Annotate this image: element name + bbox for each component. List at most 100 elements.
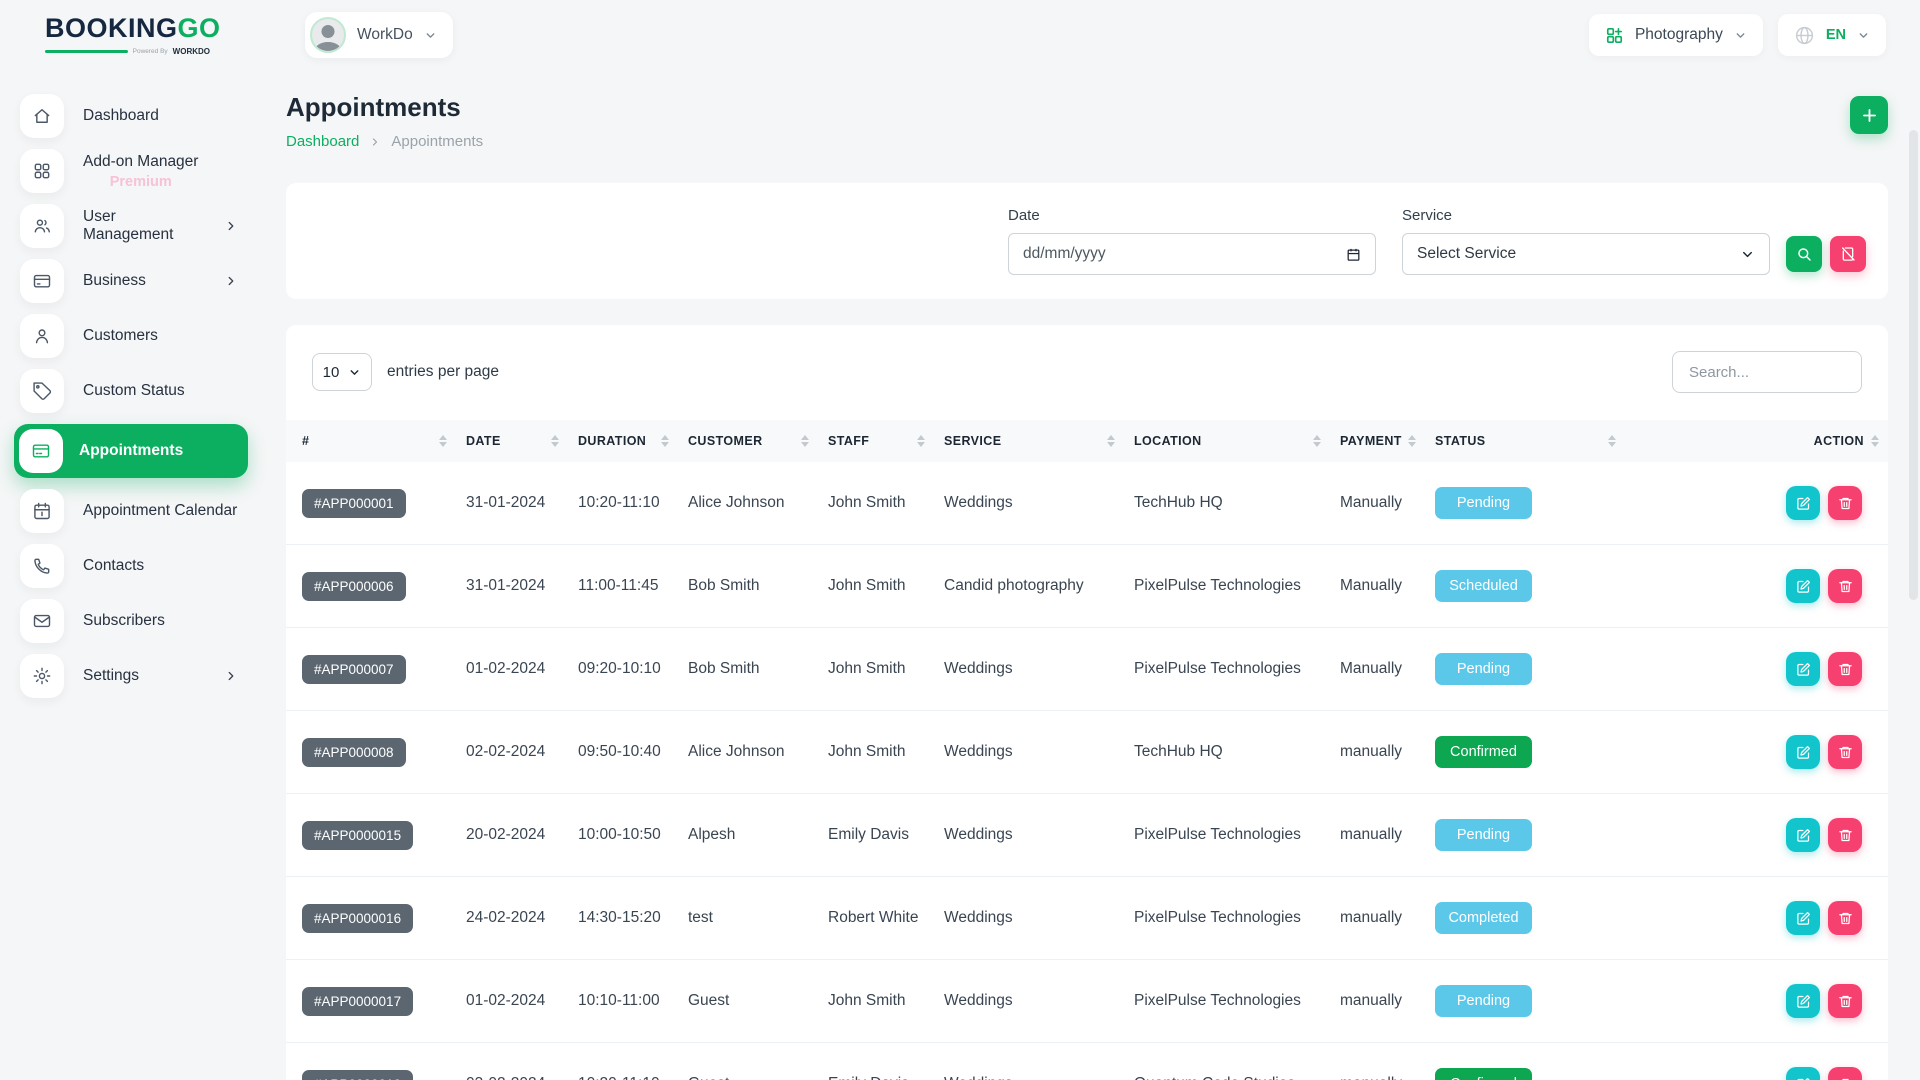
sort-icon[interactable] <box>1608 435 1616 447</box>
appointment-id-badge: #APP000006 <box>302 572 406 601</box>
table-controls: 10 entries per page <box>286 351 1888 393</box>
sidebar-item-dashboard[interactable]: Dashboard <box>20 94 256 138</box>
delete-appointment-button[interactable] <box>1828 818 1862 852</box>
cell-action <box>1625 628 1888 711</box>
sidebar-item-label: Customers <box>83 327 158 345</box>
filter-reset-button[interactable] <box>1830 236 1866 272</box>
breadcrumb-dashboard-link[interactable]: Dashboard <box>286 133 359 150</box>
edit-appointment-button[interactable] <box>1786 569 1820 603</box>
sort-icon[interactable] <box>801 435 809 447</box>
delete-appointment-button[interactable] <box>1828 735 1862 769</box>
column-header-id[interactable]: # <box>286 420 456 462</box>
scrollbar-thumb[interactable] <box>1909 130 1918 600</box>
column-header-service[interactable]: SERVICE <box>934 420 1124 462</box>
sidebar-item-contacts[interactable]: Contacts <box>20 544 256 588</box>
table-search-input[interactable] <box>1672 351 1862 393</box>
sidebar-item-business[interactable]: Business <box>20 259 256 303</box>
cell-customer: Bob Smith <box>678 628 818 711</box>
cell-location: TechHub HQ <box>1124 711 1330 794</box>
sidebar-item-appointment-calendar[interactable]: Appointment Calendar <box>20 489 256 533</box>
column-header-duration[interactable]: DURATION <box>568 420 678 462</box>
delete-appointment-button[interactable] <box>1828 486 1862 520</box>
sidebar-item-subscribers[interactable]: Subscribers <box>20 599 256 643</box>
edit-appointment-button[interactable] <box>1786 984 1820 1018</box>
edit-appointment-button[interactable] <box>1786 1067 1820 1080</box>
sort-icon[interactable] <box>1871 435 1879 447</box>
edit-appointment-button[interactable] <box>1786 652 1820 686</box>
language-dropdown[interactable]: EN <box>1778 14 1886 56</box>
cell-status: Pending <box>1425 794 1625 877</box>
cell-date: 31-01-2024 <box>456 462 568 545</box>
entries-per-page-label: entries per page <box>387 363 499 381</box>
sidebar-item-user-management[interactable]: User Management <box>20 204 256 248</box>
table-row: #APP000001701-02-202410:10-11:00GuestJoh… <box>286 960 1888 1043</box>
appointments-table: # DATE DURATION CUSTOMER STAFF SERVICE LOCATIO… <box>286 420 1888 1080</box>
edit-appointment-button[interactable] <box>1786 901 1820 935</box>
sidebar-item-custom-status[interactable]: Custom Status <box>20 369 256 413</box>
column-header-status[interactable]: STATUS <box>1425 420 1625 462</box>
column-header-date[interactable]: DATE <box>456 420 568 462</box>
plus-icon <box>1860 106 1879 125</box>
credit-card-icon <box>20 259 64 303</box>
column-label: STATUS <box>1435 434 1486 448</box>
filter-search-button[interactable] <box>1786 236 1822 272</box>
column-header-payment[interactable]: PAYMENT <box>1330 420 1425 462</box>
sort-icon[interactable] <box>551 435 559 447</box>
workspace-dropdown[interactable]: WorkDo <box>305 12 453 58</box>
trash-icon <box>1838 662 1853 677</box>
column-header-location[interactable]: LOCATION <box>1124 420 1330 462</box>
add-appointment-button[interactable] <box>1850 96 1888 134</box>
sidebar-item-appointments[interactable]: Appointments <box>14 424 248 478</box>
sort-icon[interactable] <box>439 435 447 447</box>
edit-appointment-button[interactable] <box>1786 818 1820 852</box>
sort-icon[interactable] <box>917 435 925 447</box>
calendar-picker-icon[interactable] <box>1346 247 1361 262</box>
cell-action <box>1625 794 1888 877</box>
cell-date: 31-01-2024 <box>456 545 568 628</box>
column-label: ACTION <box>1814 434 1864 448</box>
edit-appointment-button[interactable] <box>1786 486 1820 520</box>
cell-service: Weddings <box>934 711 1124 794</box>
page-size-select[interactable]: 10 <box>312 353 372 391</box>
sidebar-item-customers[interactable]: Customers <box>20 314 256 358</box>
column-header-action[interactable]: ACTION <box>1625 420 1888 462</box>
date-field: Date dd/mm/yyyy <box>1008 207 1376 275</box>
service-select[interactable]: Select Service <box>1402 233 1770 275</box>
cell-duration: 10:00-10:50 <box>568 794 678 877</box>
cell-service: Weddings <box>934 1043 1124 1080</box>
delete-appointment-button[interactable] <box>1828 652 1862 686</box>
module-dropdown[interactable]: Photography <box>1589 14 1763 56</box>
cell-location: PixelPulse Technologies <box>1124 794 1330 877</box>
column-label: SERVICE <box>944 434 1001 448</box>
sort-icon[interactable] <box>661 435 669 447</box>
sidebar-item-add-on-manager[interactable]: Add-on ManagerPremium <box>20 149 256 193</box>
cell-location: PixelPulse Technologies <box>1124 960 1330 1043</box>
chevron-right-icon <box>224 219 238 233</box>
table-row: #APP000001520-02-202410:00-10:50AlpeshEm… <box>286 794 1888 877</box>
sort-icon[interactable] <box>1107 435 1115 447</box>
sort-icon[interactable] <box>1408 435 1416 447</box>
cell-location: TechHub HQ <box>1124 462 1330 545</box>
home-icon <box>20 94 64 138</box>
delete-appointment-button[interactable] <box>1828 901 1862 935</box>
table-row: #APP00000802-02-202409:50-10:40Alice Joh… <box>286 711 1888 794</box>
cell-action <box>1625 960 1888 1043</box>
delete-appointment-button[interactable] <box>1828 1067 1862 1080</box>
column-header-customer[interactable]: CUSTOMER <box>678 420 818 462</box>
service-label: Service <box>1402 207 1770 224</box>
delete-appointment-button[interactable] <box>1828 984 1862 1018</box>
chevron-right-icon <box>224 669 238 683</box>
delete-appointment-button[interactable] <box>1828 569 1862 603</box>
edit-appointment-button[interactable] <box>1786 735 1820 769</box>
date-input[interactable]: dd/mm/yyyy <box>1008 233 1376 275</box>
column-label: CUSTOMER <box>688 434 763 448</box>
sidebar-item-settings[interactable]: Settings <box>20 654 256 698</box>
column-label: DATE <box>466 434 501 448</box>
sort-icon[interactable] <box>1313 435 1321 447</box>
cell-payment: manually <box>1330 794 1425 877</box>
cell-duration: 14:30-15:20 <box>568 877 678 960</box>
column-header-staff[interactable]: STAFF <box>818 420 934 462</box>
cell-service: Weddings <box>934 462 1124 545</box>
cell-id: #APP0000017 <box>286 960 456 1043</box>
chevron-down-icon <box>1734 29 1747 42</box>
